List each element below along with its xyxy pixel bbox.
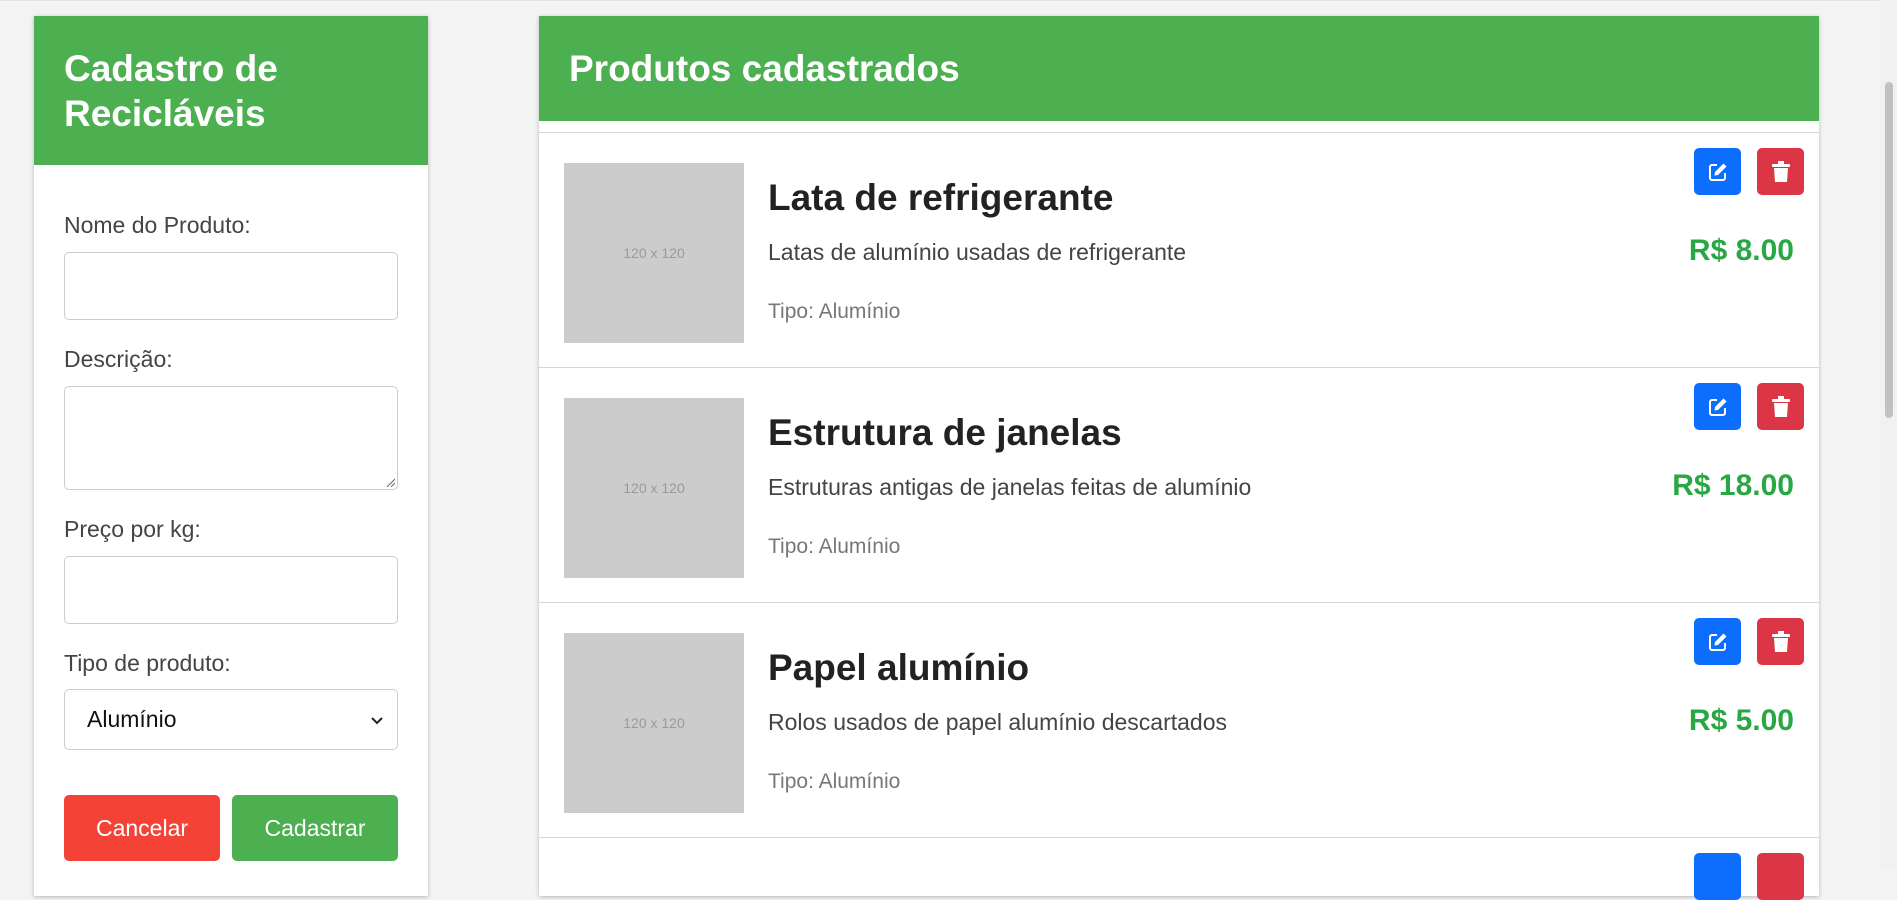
placeholder-size-text: 120 x 120	[623, 245, 685, 261]
product-price: R$ 8.00	[1688, 234, 1794, 267]
product-name-label: Nome do Produto:	[64, 212, 251, 238]
products-header: Produtos cadastrados	[539, 16, 1819, 121]
product-image-placeholder: 120 x 120	[564, 398, 744, 578]
product-type-selected-value: Alumínio	[87, 706, 177, 732]
product-name-input[interactable]	[64, 252, 398, 320]
products-title: Produtos cadastrados	[569, 48, 960, 89]
product-type-select[interactable]: Alumínio	[64, 689, 398, 750]
product-card: 120 x 120 Lata de refrigerante Latas de …	[539, 132, 1819, 368]
delete-button[interactable]	[1757, 618, 1804, 665]
price-input[interactable]	[64, 556, 398, 624]
description-label: Descrição:	[64, 346, 173, 372]
product-name: Papel alumínio	[768, 647, 1030, 688]
delete-button[interactable]	[1757, 383, 1804, 430]
product-price: R$ 5.00	[1688, 704, 1794, 737]
products-panel: Produtos cadastrados 120 x 120 Lata de r…	[539, 16, 1819, 900]
product-type: Tipo: Alumínio	[768, 535, 901, 558]
cancel-button[interactable]: Cancelar	[64, 795, 220, 861]
trash-icon	[1771, 630, 1790, 652]
description-textarea[interactable]	[64, 386, 398, 490]
recyclable-form-panel: Cadastro de Recicláveis Nome do Produto:…	[34, 16, 428, 896]
delete-button[interactable]	[1757, 853, 1804, 900]
product-description: Latas de alumínio usadas de refrigerante	[768, 239, 1187, 265]
price-label: Preço por kg:	[64, 516, 201, 542]
form-header: Cadastro de Recicláveis	[34, 16, 428, 165]
vertical-scrollbar[interactable]	[1880, 0, 1897, 868]
product-card: 120 x 120 Papel alumínio Rolos usados de…	[539, 602, 1819, 838]
pencil-square-icon	[1708, 163, 1726, 181]
edit-button[interactable]	[1694, 383, 1741, 430]
pencil-square-icon	[1708, 398, 1726, 416]
form-title: Cadastro de Recicláveis	[64, 48, 278, 134]
product-card-partial	[539, 837, 1819, 900]
trash-icon	[1771, 395, 1790, 417]
chevron-down-icon	[371, 717, 383, 725]
placeholder-size-text: 120 x 120	[623, 715, 685, 731]
product-image-placeholder: 120 x 120	[564, 633, 744, 813]
placeholder-size-text: 120 x 120	[623, 480, 685, 496]
product-name: Lata de refrigerante	[768, 177, 1114, 218]
product-image-placeholder: 120 x 120	[564, 163, 744, 343]
scrollbar-thumb[interactable]	[1885, 82, 1893, 418]
product-price: R$ 18.00	[1672, 469, 1794, 502]
delete-button[interactable]	[1757, 148, 1804, 195]
product-description: Rolos usados de papel alumínio descartad…	[768, 709, 1228, 735]
resize-grip-icon[interactable]	[385, 477, 395, 487]
page-top-border	[0, 0, 1880, 1]
product-card: 120 x 120 Estrutura de janelas Estrutura…	[539, 367, 1819, 603]
pencil-square-icon	[1708, 633, 1726, 651]
product-type: Tipo: Alumínio	[768, 300, 901, 323]
edit-button[interactable]	[1694, 853, 1741, 900]
product-name: Estrutura de janelas	[768, 412, 1122, 453]
edit-button[interactable]	[1694, 618, 1741, 665]
product-description: Estruturas antigas de janelas feitas de …	[768, 474, 1252, 500]
product-type: Tipo: Alumínio	[768, 770, 901, 793]
edit-button[interactable]	[1694, 148, 1741, 195]
product-type-label: Tipo de produto:	[64, 650, 231, 676]
trash-icon	[1771, 160, 1790, 182]
submit-button[interactable]: Cadastrar	[232, 795, 398, 861]
